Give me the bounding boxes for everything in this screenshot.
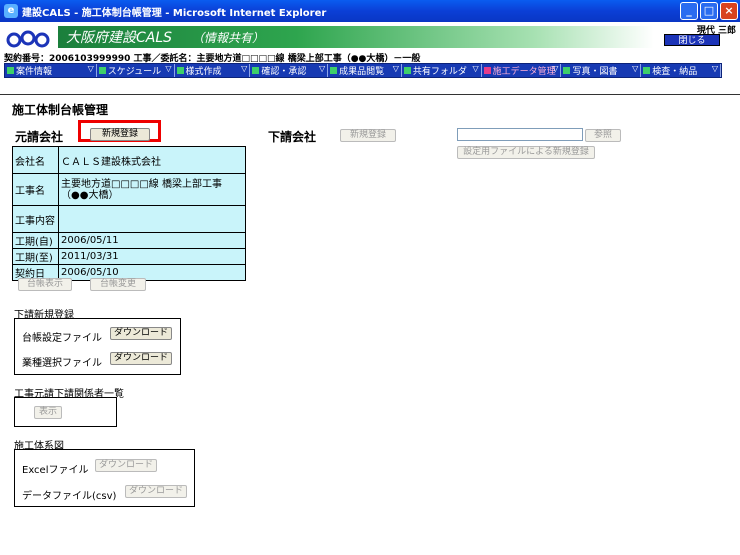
minimize-button[interactable]: _: [680, 2, 698, 20]
menu-item[interactable]: 施工データ管理 ▽: [482, 64, 562, 77]
row-key: 会社名: [12, 146, 59, 174]
menu-item[interactable]: 共有フォルダ ▽: [402, 64, 482, 77]
csv-download-button[interactable]: ダウンロード: [125, 485, 187, 498]
file-register-button[interactable]: 設定用ファイルによる新規登録: [457, 146, 595, 159]
menu-item[interactable]: 確認・承認 ▽: [250, 64, 329, 77]
divider: [0, 94, 740, 95]
window-title: 建設CALS - 施工体制台帳管理 - Microsoft Internet E…: [22, 7, 327, 19]
main-menu: 案件情報 ▽ スケジュール ▽ 様式作成 ▽ 確認・承認 ▽ 成果品閲覧 ▽ 共有フォルダ ▽ 施工デー…: [4, 63, 722, 78]
prime-contractor-label: 元請会社: [15, 130, 64, 144]
close-window-button[interactable]: 閉じる: [664, 34, 720, 46]
row-value: 主要地方道□□□□線 橋梁上部工事 （●●大橋）: [58, 173, 246, 206]
row-key: 工事内容: [12, 205, 59, 233]
contract-info: 契約番号：2006103999990 工事／委託名：主要地方道□□□□線 橋梁上…: [4, 54, 421, 63]
banner-subtitle: （情報共有）: [192, 30, 265, 45]
trade-download-button[interactable]: ダウンロード: [110, 352, 172, 365]
table-row: 工事名 主要地方道□□□□線 橋梁上部工事 （●●大橋）: [12, 173, 246, 206]
menu-item-label: 検査・納品: [652, 67, 698, 77]
table-row: 工期(自) 2006/05/11: [12, 232, 246, 249]
dropdown-arrow-icon[interactable]: ▽: [552, 64, 558, 73]
row-key: 工事名: [12, 173, 59, 206]
menu-grid-icon: [643, 67, 651, 74]
window-titlebar: e 建設CALS - 施工体制台帳管理 - Microsoft Internet…: [0, 0, 740, 22]
row-value: 2006/05/11: [58, 232, 246, 249]
menu-grid-icon: [330, 67, 338, 74]
dropdown-arrow-icon[interactable]: ▽: [241, 64, 247, 73]
table-row: 工期(至) 2011/03/31: [12, 248, 246, 265]
excel-download-button[interactable]: ダウンロード: [95, 459, 157, 472]
row-key: 工期(至): [12, 248, 59, 265]
sub-contractor-label: 下請会社: [268, 130, 317, 144]
menu-item-label: 写真・図書: [572, 67, 618, 77]
dropdown-arrow-icon[interactable]: ▽: [473, 64, 479, 73]
browse-button[interactable]: 参照: [585, 129, 621, 142]
excel-file-label: Excelファイル: [22, 465, 89, 476]
menu-item-label: 施工データ管理: [492, 67, 556, 77]
dropdown-arrow-icon[interactable]: ▽: [632, 64, 638, 73]
table-row: 会社名 ＣＡＬＳ建設株式会社: [12, 146, 246, 174]
table-row: 工事内容: [12, 205, 246, 233]
menu-item-label: 様式作成: [185, 67, 222, 77]
menu-grid-icon: [252, 67, 260, 74]
row-value: [58, 205, 246, 233]
trade-file-label: 業種選択ファイル: [22, 358, 102, 369]
menu-item-label: 案件情報: [16, 67, 53, 77]
csv-file-label: データファイル(csv): [22, 491, 117, 502]
menu-item-label: 成果品閲覧: [339, 67, 385, 77]
dropdown-arrow-icon[interactable]: ▽: [712, 64, 718, 73]
banner: 大阪府建設CALS （情報共有）: [58, 26, 654, 48]
menu-grid-icon: [483, 67, 491, 74]
diagram-group: Excelファイル ダウンロード データファイル(csv) ダウンロード: [14, 449, 195, 507]
ledger-file-label: 台帳設定ファイル: [22, 333, 102, 344]
menu-item-label: 共有フォルダ: [412, 67, 467, 77]
dropdown-arrow-icon[interactable]: ▽: [165, 64, 171, 73]
maximize-button[interactable]: □: [700, 2, 718, 20]
ie-icon: e: [4, 4, 18, 18]
dropdown-arrow-icon[interactable]: ▽: [319, 64, 325, 73]
row-key: 工期(自): [12, 232, 59, 249]
file-path-input[interactable]: [457, 128, 583, 141]
sub-new-button[interactable]: 新規登録: [340, 129, 396, 142]
menu-item[interactable]: 様式作成 ▽: [175, 64, 251, 77]
menu-grid-icon: [563, 67, 571, 74]
ledger-view-button[interactable]: 台帳表示: [18, 278, 72, 291]
ledger-change-button[interactable]: 台帳変更: [90, 278, 146, 291]
menu-item-label: スケジュール: [107, 67, 162, 77]
menu-item[interactable]: 検査・納品 ▽: [641, 64, 722, 77]
row-value: 2011/03/31: [58, 248, 246, 265]
osaka-logo-icon: [6, 30, 50, 48]
menu-item[interactable]: スケジュール ▽: [97, 64, 175, 77]
dropdown-arrow-icon[interactable]: ▽: [88, 64, 94, 73]
related-show-button[interactable]: 表示: [34, 406, 62, 419]
ledger-download-button[interactable]: ダウンロード: [110, 327, 172, 340]
menu-grid-icon: [176, 67, 184, 74]
close-button[interactable]: ×: [720, 2, 738, 20]
row-value: ＣＡＬＳ建設株式会社: [58, 146, 246, 174]
sub-registration-group: 台帳設定ファイル ダウンロード 業種選択ファイル ダウンロード: [14, 318, 181, 375]
menu-item-label: 確認・承認: [261, 67, 307, 77]
menu-grid-icon: [98, 67, 106, 74]
app-header: 大阪府建設CALS （情報共有） 現代 三郎 閉じる: [0, 22, 740, 52]
menu-grid-icon: [403, 67, 411, 74]
menu-item[interactable]: 成果品閲覧 ▽: [328, 64, 402, 77]
dropdown-arrow-icon[interactable]: ▽: [393, 64, 399, 73]
page-title: 施工体制台帳管理: [12, 103, 109, 117]
row-value: 2006/05/10: [58, 264, 246, 281]
menu-item[interactable]: 写真・図書 ▽: [561, 64, 642, 77]
prime-info-table: 会社名 ＣＡＬＳ建設株式会社 工事名 主要地方道□□□□線 橋梁上部工事 （●●…: [12, 146, 246, 281]
banner-title: 大阪府建設CALS: [66, 30, 173, 46]
related-list-group: 表示: [14, 397, 117, 427]
prime-new-button[interactable]: 新規登録: [90, 128, 150, 141]
menu-grid-icon: [7, 67, 14, 74]
menu-item[interactable]: 案件情報 ▽: [5, 64, 97, 77]
